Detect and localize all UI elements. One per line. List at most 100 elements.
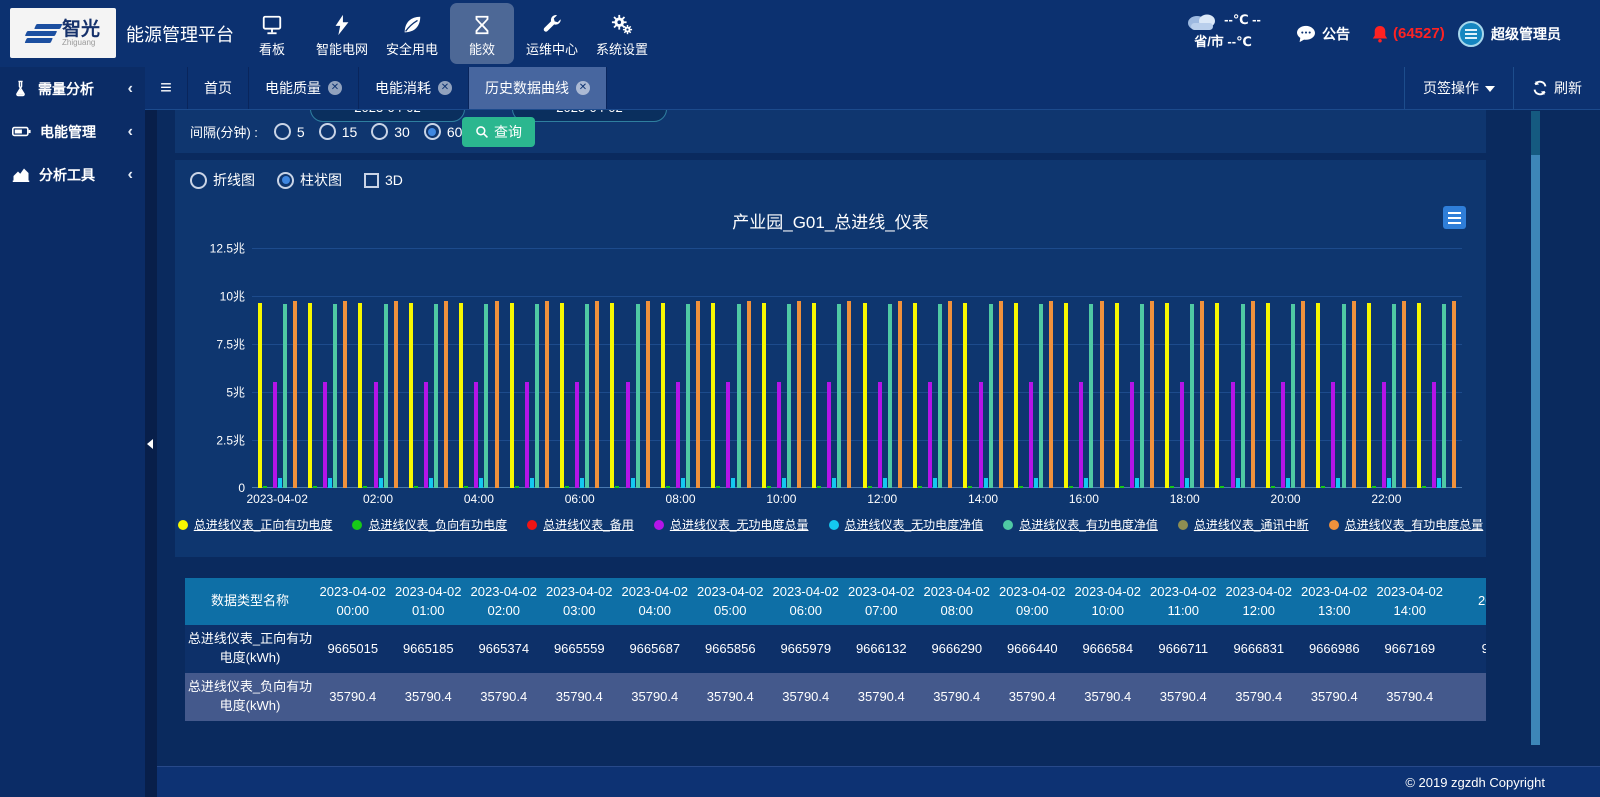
legend-item-总进线仪表_备用[interactable]: 总进线仪表_备用 xyxy=(527,516,634,533)
tab-close-icon[interactable]: ✕ xyxy=(438,81,452,95)
interval-label: 间隔(分钟) : xyxy=(190,122,258,141)
tab-close-icon[interactable]: ✕ xyxy=(576,81,590,95)
sidebar-item-energy-management[interactable]: 电能管理‹ xyxy=(0,110,145,153)
logo: 智光 Zhiguang xyxy=(10,8,116,58)
bar-总进线仪表_有功电度净值 xyxy=(1342,304,1346,488)
scrollbar-thumb[interactable] xyxy=(1531,111,1540,155)
nav-item-energy-efficiency[interactable]: 能效 xyxy=(450,3,514,64)
bar-chart-radio[interactable]: 柱状图 xyxy=(277,170,342,190)
bar-总进线仪表_有功电度净值 xyxy=(787,304,791,488)
nav-item-system-settings[interactable]: 系统设置 xyxy=(590,0,654,67)
bar-总进线仪表_负向有功电度 xyxy=(1069,486,1073,488)
y-axis-tick: 7.5兆 xyxy=(216,336,245,353)
tab-电能消耗[interactable]: 电能消耗✕ xyxy=(359,67,469,109)
nav-item-ops-center[interactable]: 运维中心 xyxy=(520,0,584,67)
table-cell-value: 9665374 xyxy=(466,625,542,673)
x-axis-tick: 16:00 xyxy=(1039,492,1129,506)
table-cell-value: 9665687 xyxy=(617,625,693,673)
legend-item-总进线仪表_有功电度总量[interactable]: 总进线仪表_有功电度总量 xyxy=(1329,516,1484,533)
alarm-count: (64527) xyxy=(1393,25,1445,42)
tab-operations-button[interactable]: 页签操作 xyxy=(1404,67,1513,109)
legend-item-总进线仪表_正向有功电度[interactable]: 总进线仪表_正向有功电度 xyxy=(178,516,333,533)
sidebar-item-demand-analysis[interactable]: 需量分析‹ xyxy=(0,67,145,110)
bar-总进线仪表_有功电度总量 xyxy=(595,301,599,488)
user-menu[interactable]: 超级管理员 xyxy=(1458,0,1561,67)
tab-close-icon[interactable]: ✕ xyxy=(328,81,342,95)
bar-总进线仪表_有功电度净值 xyxy=(938,304,942,488)
y-axis-tick: 2.5兆 xyxy=(216,432,245,449)
nav-item-smart-grid[interactable]: 智能电网 xyxy=(310,0,374,67)
announcement-button[interactable]: 公告 xyxy=(1296,0,1350,67)
bar-总进线仪表_无功电度净值 xyxy=(731,478,735,488)
tab-operations-label: 页签操作 xyxy=(1423,78,1479,98)
gears-icon xyxy=(611,14,633,36)
bar-总进线仪表_负向有功电度 xyxy=(414,486,418,488)
area-chart-icon xyxy=(12,167,30,182)
weather-city: 省/市 --℃ xyxy=(1168,32,1278,53)
legend-item-总进线仪表_负向有功电度[interactable]: 总进线仪表_负向有功电度 xyxy=(352,516,507,533)
user-name: 超级管理员 xyxy=(1491,24,1561,44)
nav-item-label: 系统设置 xyxy=(596,39,648,58)
bar-总进线仪表_正向有功电度 xyxy=(1115,303,1119,488)
bar-总进线仪表_正向有功电度 xyxy=(610,303,614,488)
chevron-left-icon: ‹ xyxy=(128,80,133,98)
vertical-scrollbar[interactable] xyxy=(1531,111,1540,745)
interval-radio-30[interactable]: 30 xyxy=(371,123,410,140)
table-cell-value: 9666132 xyxy=(844,625,920,673)
line-chart-radio[interactable]: 折线图 xyxy=(190,170,255,190)
legend-label: 总进线仪表_有功电度总量 xyxy=(1345,516,1484,533)
legend-dot-icon xyxy=(654,520,664,530)
nav-item-safe-power[interactable]: 安全用电 xyxy=(380,0,444,67)
sidebar-item-label: 分析工具 xyxy=(39,165,95,185)
legend-item-总进线仪表_有功电度净值[interactable]: 总进线仪表_有功电度净值 xyxy=(1003,516,1158,533)
legend-item-总进线仪表_无功电度净值[interactable]: 总进线仪表_无功电度净值 xyxy=(829,516,984,533)
lightning-icon xyxy=(331,14,353,36)
table-cell-value: 35790.4 xyxy=(315,673,391,721)
legend-dot-icon xyxy=(1329,520,1339,530)
tab-历史数据曲线[interactable]: 历史数据曲线✕ xyxy=(469,67,607,109)
tab-label: 首页 xyxy=(204,78,232,98)
alarm-button[interactable]: (64527) xyxy=(1372,0,1445,67)
bar-总进线仪表_无功电度净值 xyxy=(1135,478,1139,488)
bar-总进线仪表_无功电度总量 xyxy=(1432,382,1436,488)
bar-总进线仪表_无功电度净值 xyxy=(530,478,534,488)
bar-总进线仪表_正向有功电度 xyxy=(863,303,867,488)
app-title: 能源管理平台 xyxy=(126,0,234,67)
bar-总进线仪表_有功电度净值 xyxy=(434,304,438,488)
bar-总进线仪表_负向有功电度 xyxy=(515,486,519,488)
legend-item-总进线仪表_无功电度总量[interactable]: 总进线仪表_无功电度总量 xyxy=(654,516,809,533)
sidebar-collapse-handle[interactable] xyxy=(147,439,153,449)
bar-总进线仪表_无功电度净值 xyxy=(782,478,786,488)
tab-首页[interactable]: 首页 xyxy=(188,67,249,109)
table-header-time: 2023-04-0210:00 xyxy=(1070,578,1146,625)
avatar-icon xyxy=(1458,21,1484,47)
legend-dot-icon xyxy=(829,520,839,530)
search-button[interactable]: 查询 xyxy=(462,117,535,147)
nav-item-label: 智能电网 xyxy=(316,39,368,58)
table-header-time: 2023-04-0214:00 xyxy=(1372,578,1448,625)
nav-item-dashboard[interactable]: 看板 xyxy=(240,0,304,67)
refresh-button[interactable]: 刷新 xyxy=(1513,67,1600,109)
bar-总进线仪表_正向有功电度 xyxy=(560,303,564,488)
bar-总进线仪表_有功电度净值 xyxy=(535,304,539,488)
bar-总进线仪表_无功电度净值 xyxy=(681,478,685,488)
chart-context-menu-button[interactable] xyxy=(1443,206,1466,229)
legend-dot-icon xyxy=(527,520,537,530)
bar-总进线仪表_无功电度净值 xyxy=(631,478,635,488)
bar-总进线仪表_有功电度净值 xyxy=(585,304,589,488)
interval-radio-5[interactable]: 5 xyxy=(274,123,305,140)
chart-legend: 总进线仪表_正向有功电度 总进线仪表_负向有功电度 总进线仪表_备用 总进线仪表_无功… xyxy=(175,516,1486,533)
legend-item-总进线仪表_通讯中断[interactable]: 总进线仪表_通讯中断 xyxy=(1178,516,1309,533)
tab-电能质量[interactable]: 电能质量✕ xyxy=(249,67,359,109)
end-date-input[interactable]: 2023-04-02 xyxy=(512,110,667,122)
bar-总进线仪表_负向有功电度 xyxy=(716,486,720,488)
interval-radio-60[interactable]: 60 xyxy=(424,123,463,140)
sidebar-item-analysis-tools[interactable]: 分析工具‹ xyxy=(0,153,145,196)
threed-checkbox[interactable]: 3D xyxy=(364,172,403,188)
weather-temp: --℃ -- xyxy=(1224,10,1261,31)
bar-总进线仪表_无功电度总量 xyxy=(827,382,831,488)
legend-label: 总进线仪表_无功电度总量 xyxy=(670,516,809,533)
tab-menu-icon[interactable]: ≡ xyxy=(145,67,188,109)
bar-总进线仪表_负向有功电度 xyxy=(1120,486,1124,488)
interval-radio-15[interactable]: 15 xyxy=(319,123,358,140)
